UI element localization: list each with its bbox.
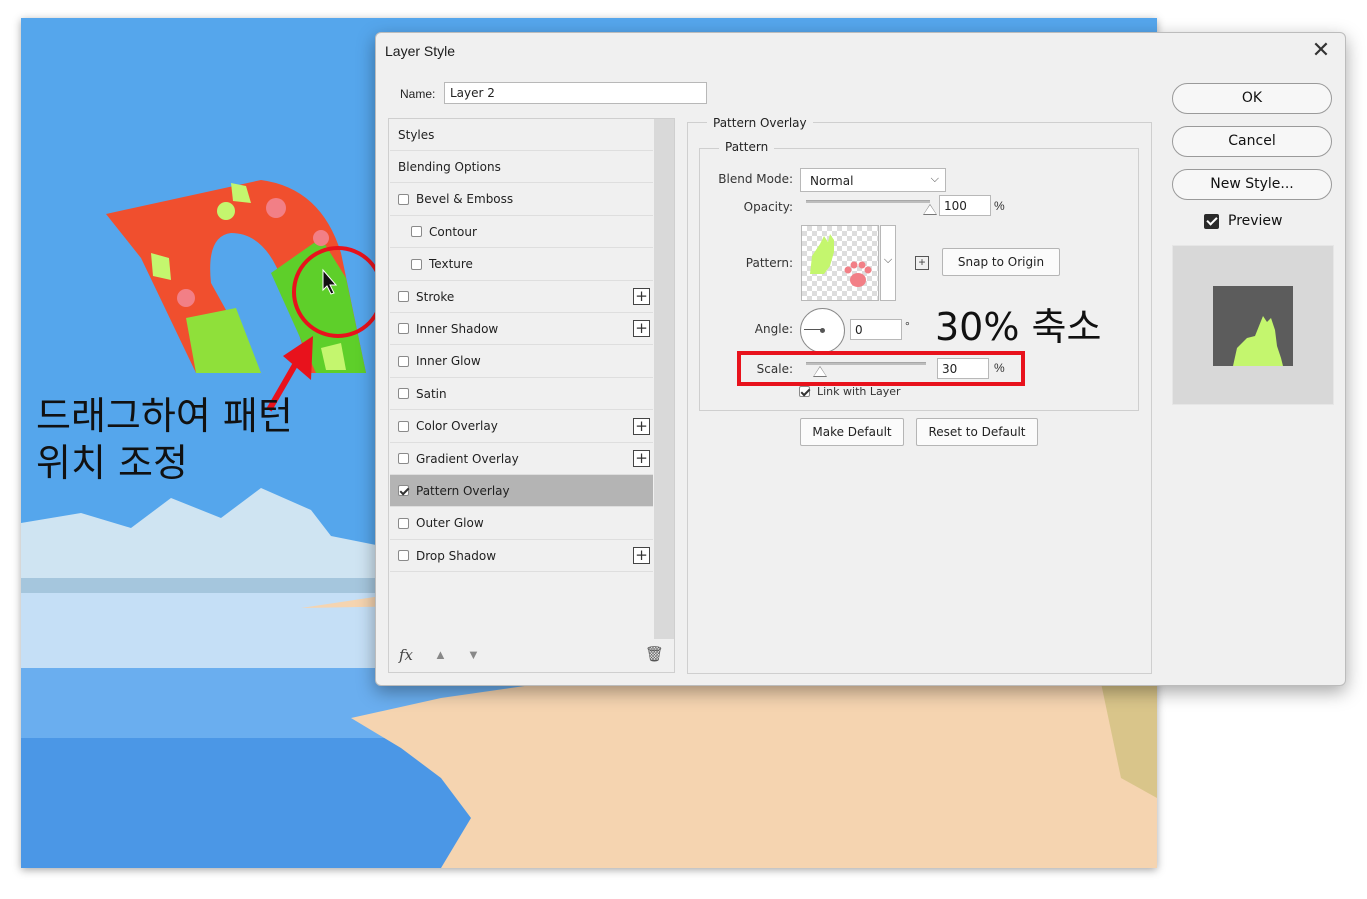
arrow-down-icon[interactable]: ▼ bbox=[467, 647, 480, 662]
style-item-label: Stroke bbox=[416, 289, 455, 304]
pattern-subgroup-title: Pattern bbox=[719, 140, 775, 154]
drag-instruction-annotation: 드래그하여 패턴 위치 조정 bbox=[36, 394, 293, 485]
style-item-label: Inner Shadow bbox=[416, 321, 499, 336]
style-item-inner-glow[interactable]: Inner Glow bbox=[390, 346, 653, 378]
style-item-styles[interactable]: Styles bbox=[390, 119, 653, 151]
style-checkbox[interactable] bbox=[398, 453, 409, 464]
style-checkbox[interactable] bbox=[398, 355, 409, 367]
pattern-overlay-title: Pattern Overlay bbox=[707, 116, 813, 130]
cancel-button[interactable]: Cancel bbox=[1172, 126, 1332, 157]
opacity-slider[interactable] bbox=[806, 200, 930, 203]
angle-input[interactable]: 0 bbox=[850, 319, 902, 340]
preview-swatch bbox=[1213, 286, 1293, 366]
opacity-input[interactable]: 100 bbox=[939, 195, 991, 216]
trash-icon[interactable]: 🗑 bbox=[645, 645, 664, 663]
chevron-down-icon: ⌵ bbox=[930, 172, 939, 185]
styles-list: Styles Blending Options Bevel & Emboss Cont… bbox=[388, 118, 675, 673]
make-default-button[interactable]: Make Default bbox=[800, 418, 904, 446]
styles-list-scrollbar[interactable] bbox=[654, 119, 674, 639]
ok-button[interactable]: OK bbox=[1172, 83, 1332, 114]
style-checkbox[interactable] bbox=[398, 550, 409, 562]
add-style-icon[interactable]: + bbox=[633, 547, 650, 565]
angle-dial[interactable] bbox=[800, 308, 845, 353]
close-icon[interactable]: ✕ bbox=[1311, 38, 1331, 62]
style-preview bbox=[1172, 245, 1334, 405]
scale-highlight-box bbox=[737, 351, 1025, 386]
style-item-outer-glow[interactable]: Outer Glow bbox=[390, 508, 653, 540]
style-item-gradient-overlay[interactable]: Gradient Overlay + bbox=[390, 443, 653, 475]
blend-mode-label: Blend Mode: bbox=[718, 172, 793, 186]
add-style-icon[interactable]: + bbox=[633, 320, 650, 338]
style-item-label: Blending Options bbox=[398, 159, 501, 174]
opacity-label: Opacity: bbox=[743, 200, 793, 214]
link-with-layer-row[interactable]: Link with Layer bbox=[799, 385, 901, 398]
style-item-label: Styles bbox=[398, 127, 435, 142]
screen: 드래그하여 패턴 위치 조정 Layer Style ✕ Name: Layer… bbox=[0, 0, 1367, 899]
style-item-color-overlay[interactable]: Color Overlay + bbox=[390, 411, 653, 443]
style-item-label: Inner Glow bbox=[416, 354, 481, 369]
style-item-label: Outer Glow bbox=[416, 516, 484, 531]
snap-to-origin-button[interactable]: Snap to Origin bbox=[942, 248, 1060, 276]
pattern-swatch[interactable] bbox=[801, 225, 879, 301]
style-item-label: Gradient Overlay bbox=[416, 451, 519, 466]
layer-name-input[interactable]: Layer 2 bbox=[444, 82, 707, 104]
preview-label: Preview bbox=[1228, 213, 1283, 229]
styles-list-footer: fx ▲ ▼ 🗑 bbox=[389, 638, 674, 672]
style-item-label: Color Overlay bbox=[416, 419, 498, 434]
style-item-bevel-emboss[interactable]: Bevel & Emboss bbox=[390, 184, 653, 216]
new-preset-icon[interactable]: + bbox=[915, 256, 929, 270]
style-item-satin[interactable]: Satin bbox=[390, 378, 653, 411]
pattern-picker-dropdown[interactable]: ⌵ bbox=[880, 225, 896, 301]
style-item-drop-shadow[interactable]: Drop Shadow + bbox=[390, 540, 653, 573]
preview-cat-shape bbox=[1233, 316, 1283, 366]
angle-label: Angle: bbox=[754, 322, 793, 336]
style-item-blending-options[interactable]: Blending Options bbox=[390, 151, 653, 184]
style-checkbox[interactable] bbox=[398, 291, 409, 302]
opacity-unit: % bbox=[994, 199, 1005, 213]
name-label: Name: bbox=[400, 87, 436, 101]
style-item-contour[interactable]: Contour bbox=[390, 216, 653, 249]
style-item-pattern-overlay[interactable]: Pattern Overlay bbox=[390, 475, 653, 508]
reset-to-default-button[interactable]: Reset to Default bbox=[916, 418, 1038, 446]
style-checkbox[interactable] bbox=[398, 517, 409, 529]
style-item-label: Bevel & Emboss bbox=[416, 192, 514, 207]
link-with-layer-label: Link with Layer bbox=[817, 385, 901, 398]
style-item-label: Contour bbox=[429, 224, 477, 239]
pattern-label: Pattern: bbox=[745, 256, 793, 270]
style-item-label: Pattern Overlay bbox=[416, 483, 510, 498]
blend-mode-value: Normal bbox=[810, 174, 854, 188]
style-item-stroke[interactable]: Stroke + bbox=[390, 281, 653, 313]
style-checkbox[interactable] bbox=[398, 193, 409, 205]
preview-checkbox[interactable] bbox=[1204, 213, 1219, 229]
style-item-inner-shadow[interactable]: Inner Shadow + bbox=[390, 313, 653, 346]
scale-annotation: 30% 축소 bbox=[935, 305, 1102, 349]
opacity-slider-thumb[interactable] bbox=[923, 204, 937, 215]
style-checkbox[interactable] bbox=[398, 323, 409, 335]
link-with-layer-checkbox[interactable] bbox=[799, 386, 810, 397]
angle-unit: ° bbox=[905, 319, 910, 333]
add-style-icon[interactable]: + bbox=[633, 450, 650, 467]
add-style-icon[interactable]: + bbox=[633, 417, 650, 435]
style-checkbox[interactable] bbox=[398, 420, 409, 432]
dialog-title: Layer Style bbox=[385, 43, 456, 59]
cat-paw-pattern-thumbnail bbox=[810, 234, 872, 287]
arrow-up-icon[interactable]: ▲ bbox=[434, 647, 447, 662]
style-checkbox[interactable] bbox=[411, 258, 422, 270]
style-checkbox[interactable] bbox=[411, 226, 422, 238]
style-item-label: Drop Shadow bbox=[416, 548, 497, 563]
style-item-texture[interactable]: Texture bbox=[390, 249, 653, 281]
style-checkbox[interactable] bbox=[398, 485, 409, 497]
fx-icon[interactable]: fx bbox=[399, 646, 413, 664]
add-style-icon[interactable]: + bbox=[633, 288, 650, 305]
style-item-label: Texture bbox=[429, 257, 473, 272]
preview-toggle[interactable]: Preview bbox=[1204, 213, 1283, 229]
style-checkbox[interactable] bbox=[398, 388, 409, 400]
style-item-label: Satin bbox=[416, 386, 447, 401]
new-style-button[interactable]: New Style... bbox=[1172, 169, 1332, 200]
blend-mode-select[interactable]: Normal ⌵ bbox=[800, 168, 946, 192]
